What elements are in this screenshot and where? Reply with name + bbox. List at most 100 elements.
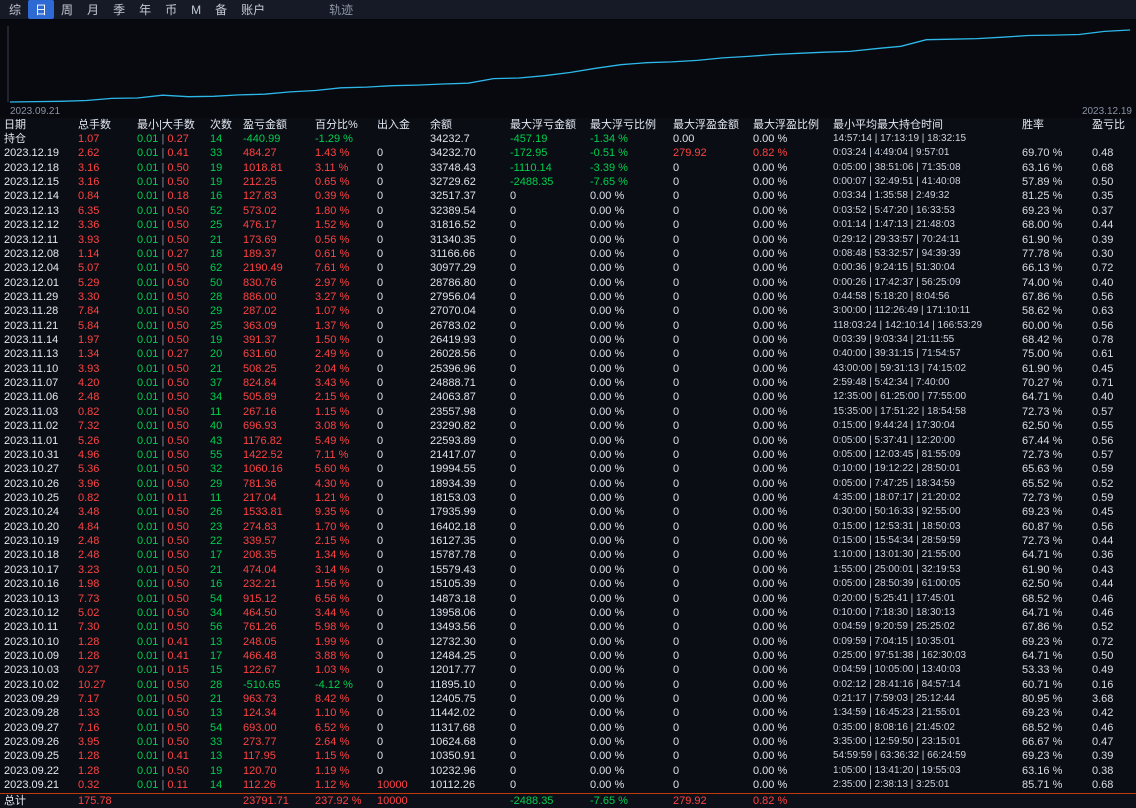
table-row[interactable]: 2023.12.14 0.84 0.01 | 0.18 16 127.83 0.39 % 0… [0,189,1136,203]
table-row[interactable]: 2023.09.22 1.28 0.01 | 0.50 19 120.70 1.19 % 0… [0,764,1136,778]
table-row[interactable]: 2023.10.11 7.30 0.01 | 0.50 56 761.26 5.98 % 0… [0,620,1136,634]
table-row[interactable]: 2023.12.04 5.07 0.01 | 0.50 62 2190.49 7.61 %… [0,261,1136,275]
pnl-cell: 232.21 [243,578,277,591]
menu-item-月[interactable]: 月 [80,0,106,19]
menu-item-备[interactable]: 备 [208,0,234,19]
menu-item-综[interactable]: 综 [2,0,28,19]
menu-item-周[interactable]: 周 [54,0,80,19]
win-cell: 53.33 % [1022,664,1063,677]
table-row[interactable]: 2023.09.27 7.16 0.01 | 0.50 54 693.00 6.52 % 0… [0,721,1136,735]
mfpp-cell: 0.00 % [753,262,788,275]
pnl-cell: 830.76 [243,276,277,289]
mfpp-cell: 0.00 % [753,334,788,347]
menu-item-币[interactable]: 币 [158,0,184,19]
table-row[interactable]: 2023.10.16 1.98 0.01 | 0.50 16 232.21 1.56 % 0… [0,577,1136,591]
table-row[interactable]: 2023.10.19 2.48 0.01 | 0.50 22 339.57 2.15 % 0… [0,534,1136,548]
table-row[interactable]: 2023.10.26 3.96 0.01 | 0.50 29 781.36 4.30 % 0… [0,477,1136,491]
date-cell: 2023.11.07 [4,377,59,390]
table-row[interactable]: 2023.09.21 0.32 0.01 | 0.11 14 112.26 1.12 % 1… [0,778,1136,792]
count-cell: 55 [210,448,223,461]
table-row[interactable]: 2023.10.13 7.73 0.01 | 0.50 54 915.12 6.56 % 0… [0,592,1136,606]
mflp-cell: 0.00 % [590,664,625,677]
count-cell: 33 [210,147,223,160]
win-cell: 58.62 % [1022,305,1063,318]
plr-cell: 0.46 [1092,606,1114,619]
table-row[interactable]: 2023.11.01 5.26 0.01 | 0.50 43 1176.82 5.49 %… [0,434,1136,448]
table-row[interactable]: 2023.11.07 4.20 0.01 | 0.50 37 824.84 3.43 % 0… [0,376,1136,390]
mfl-cell: 0 [510,233,517,246]
table-row[interactable]: 2023.10.17 3.23 0.01 | 0.50 21 474.04 3.14 % 0… [0,563,1136,577]
table-row[interactable]: 2023.11.06 2.48 0.01 | 0.50 34 505.89 2.15 % 0… [0,390,1136,404]
table-row[interactable]: 2023.12.01 5.29 0.01 | 0.50 50 830.76 2.97 % 0… [0,276,1136,290]
table-row[interactable]: 2023.10.31 4.96 0.01 | 0.50 55 1422.52 7.11 %… [0,448,1136,462]
mfp-cell: 0 [673,606,680,619]
count-cell: 52 [210,204,223,217]
table-row[interactable]: 2023.12.12 3.36 0.01 | 0.50 25 476.17 1.52 % 0… [0,218,1136,232]
table-row[interactable]: 2023.11.13 1.34 0.01 | 0.27 20 631.60 2.49 % 0… [0,347,1136,361]
minmax-lots-cell: 0.01 | 0.18 [137,190,189,203]
table-row[interactable]: 2023.09.28 1.33 0.01 | 0.50 13 124.34 1.10 % 0… [0,706,1136,720]
mflp-cell: 0.00 % [590,262,625,275]
table-total-row[interactable]: 总计 175.78 23791.71 237.92 % 10000 -2488.35 -7.… [0,793,1136,808]
mfpp-cell: 0.00 % [753,477,788,490]
table-row[interactable]: 2023.11.10 3.93 0.01 | 0.50 21 508.25 2.04 % 0… [0,362,1136,376]
minmax-lots-cell: 0.01 | 0.50 [137,405,189,418]
menu-item-M[interactable]: M [184,2,208,18]
mfl-cell: 0 [510,477,517,490]
date-cell: 2023.10.13 [4,592,60,605]
count-cell: 26 [210,506,223,519]
table-row[interactable]: 2023.09.26 3.95 0.01 | 0.50 33 273.77 2.64 % 0… [0,735,1136,749]
table-row[interactable]: 2023.11.21 5.84 0.01 | 0.50 25 363.09 1.37 % 0… [0,319,1136,333]
lots-cell: 7.17 [78,693,100,706]
count-cell: 14 [210,133,223,145]
table-row[interactable]: 2023.11.02 7.32 0.01 | 0.50 40 696.93 3.08 % 0… [0,419,1136,433]
table-row[interactable]: 2023.11.14 1.97 0.01 | 0.50 19 391.37 1.50 % 0… [0,333,1136,347]
time-cell: 0:00:07 | 32:49:51 | 41:40:08 [833,176,961,188]
pct-cell: 2.15 % [315,535,350,548]
table-row[interactable]: 2023.09.29 7.17 0.01 | 0.50 21 963.73 8.42 % 0… [0,692,1136,706]
lots-cell: 2.48 [78,535,100,548]
table-row[interactable]: 2023.12.11 3.93 0.01 | 0.50 21 173.69 0.56 % 0… [0,233,1136,247]
balance-cell: 11895.10 [430,678,476,691]
table-row[interactable]: 2023.11.29 3.30 0.01 | 0.50 28 886.00 3.27 % 0… [0,290,1136,304]
count-cell: 13 [210,635,223,648]
table-row[interactable]: 2023.10.24 3.48 0.01 | 0.50 26 1533.81 9.35 %… [0,505,1136,519]
table-row[interactable]: 2023.10.12 5.02 0.01 | 0.50 34 464.50 3.44 % 0… [0,606,1136,620]
inout-cell: 0 [377,362,384,375]
minmax-lots-cell: 0.01 | 0.50 [137,621,189,634]
menu-item-轨迹[interactable]: 轨迹 [322,0,360,19]
table-row[interactable]: 2023.11.03 0.82 0.01 | 0.50 11 267.16 1.15 % 0… [0,405,1136,419]
mfp-cell: 0 [673,362,680,375]
table-row[interactable]: 2023.10.27 5.36 0.01 | 0.50 32 1060.16 5.60 %… [0,462,1136,476]
menu-item-账户[interactable]: 账户 [234,0,272,19]
table-row[interactable]: 2023.10.25 0.82 0.01 | 0.11 11 217.04 1.21 % 0… [0,491,1136,505]
date-cell: 2023.10.26 [4,477,60,490]
table-row[interactable]: 持仓 1.07 0.01 | 0.27 14 -440.99 -1.29 % 34232.7… [0,132,1136,146]
table-row[interactable]: 2023.11.28 7.84 0.01 | 0.50 29 287.02 1.07 % 0… [0,304,1136,318]
time-cell: 12:35:00 | 61:25:00 | 77:55:00 [833,391,967,403]
pct-cell: 3.27 % [315,290,350,303]
table-row[interactable]: 2023.12.18 3.16 0.01 | 0.50 19 1018.81 3.11 %… [0,161,1136,175]
table-row[interactable]: 2023.10.09 1.28 0.01 | 0.41 17 466.48 3.88 % 0… [0,649,1136,663]
win-cell: 68.42 % [1022,334,1063,347]
table-row[interactable]: 2023.10.03 0.27 0.01 | 0.15 15 122.67 1.03 % 0… [0,663,1136,677]
table-row[interactable]: 2023.12.08 1.14 0.01 | 0.27 18 189.37 0.61 % 0… [0,247,1136,261]
table-row[interactable]: 2023.12.15 3.16 0.01 | 0.50 19 212.25 0.65 % 0… [0,175,1136,189]
menu-item-季[interactable]: 季 [106,0,132,19]
table-row[interactable]: 2023.10.10 1.28 0.01 | 0.41 13 248.05 1.99 % 0… [0,635,1136,649]
plr-cell [1092,794,1136,808]
menu-item-年[interactable]: 年 [132,0,158,19]
column-header-holding-time: 最小平均最大持仓时间 [833,119,943,131]
table-row[interactable]: 2023.10.20 4.84 0.01 | 0.50 23 274.83 1.70 % 0… [0,520,1136,534]
win-cell: 64.71 % [1022,549,1063,562]
table-row[interactable]: 2023.12.19 2.62 0.01 | 0.41 33 484.27 1.43 % 0… [0,146,1136,160]
count-cell: 37 [210,377,223,390]
menu-item-日[interactable]: 日 [28,0,55,19]
table-row[interactable]: 2023.10.18 2.48 0.01 | 0.50 17 208.35 1.34 % 0… [0,548,1136,562]
table-row[interactable]: 2023.10.02 10.27 0.01 | 0.50 28 -510.65 -4.12… [0,678,1136,692]
plr-cell: 0.30 [1092,247,1114,260]
table-row[interactable]: 2023.12.13 6.35 0.01 | 0.50 52 573.02 1.80 % 0… [0,204,1136,218]
mfl-cell: 0 [510,319,517,332]
table-row[interactable]: 2023.09.25 1.28 0.01 | 0.41 13 117.95 1.15 % 0… [0,749,1136,763]
time-cell: 0:15:00 | 12:53:31 | 18:50:03 [833,520,961,532]
